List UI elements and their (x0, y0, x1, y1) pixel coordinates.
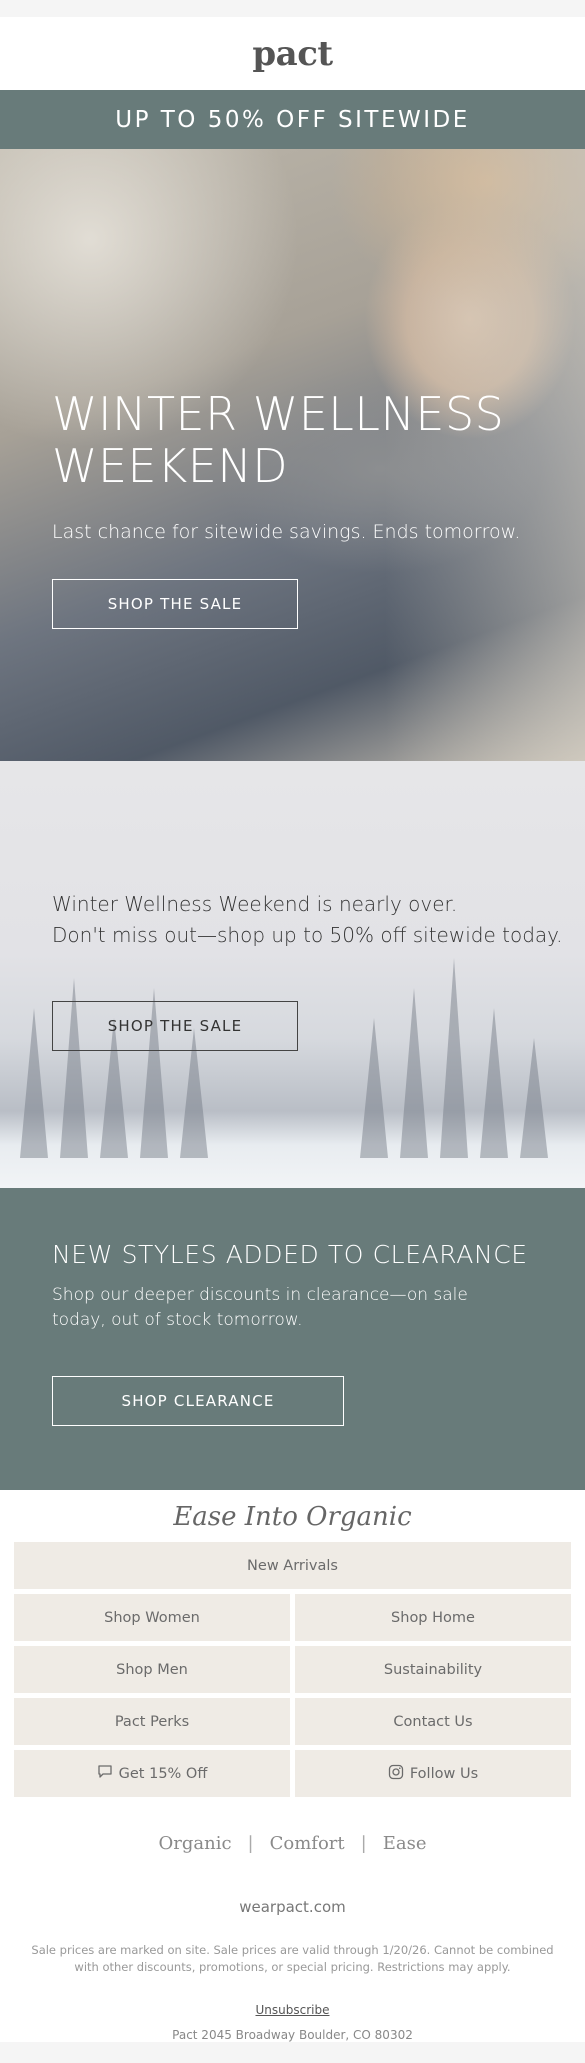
tagline-separator: | (360, 1833, 367, 1854)
nav-get-off-label: Get 15% Off (118, 1765, 208, 1782)
hero-title-line2: WEEKEND (52, 438, 289, 493)
hero-content: WINTER WELLNESS WEEKEND Last chance for … (52, 387, 555, 629)
clearance-title: NEW STYLES ADDED TO CLEARANCE (52, 1240, 528, 1269)
nav-follow-us-label: Follow Us (409, 1765, 479, 1782)
winter-text-line2: Don't miss out—shop up to 50% off sitewi… (52, 923, 563, 947)
tagline-comfort: Comfort (269, 1833, 345, 1854)
nav-sustainability[interactable]: Sustainability (295, 1646, 571, 1693)
site-link[interactable]: wearpact.com (20, 1854, 565, 1916)
nav-heading: Ease Into Organic (173, 1502, 412, 1532)
promo-banner[interactable]: UP TO 50% OFF SITEWIDE (0, 90, 585, 149)
nav-section: Ease Into Organic New Arrivals Shop Wome… (0, 1490, 585, 1854)
winter-banner[interactable]: Winter Wellness Weekend is nearly over. … (0, 761, 585, 1188)
chat-bubble-icon (97, 1764, 113, 1783)
clearance-subtitle: Shop our deeper discounts in clearance—o… (52, 1285, 468, 1330)
tagline: Organic | Comfort | Ease (14, 1797, 571, 1854)
top-strip (0, 0, 585, 17)
instagram-icon (388, 1764, 404, 1784)
winter-text-line1: Winter Wellness Weekend is nearly over. (52, 892, 458, 916)
footer-address: Pact 2045 Broadway Boulder, CO 80302 (172, 2028, 413, 2043)
tagline-organic: Organic (158, 1833, 232, 1854)
nav-follow-us[interactable]: Follow Us (295, 1750, 571, 1797)
nav-shop-women[interactable]: Shop Women (14, 1594, 290, 1641)
hero-shop-sale-button[interactable]: SHOP THE SALE (52, 578, 298, 629)
hero-image-detail (330, 149, 585, 309)
header: pact (0, 17, 585, 90)
shop-clearance-button[interactable]: SHOP CLEARANCE (52, 1376, 344, 1427)
unsubscribe-link[interactable]: Unsubscribe (256, 2003, 330, 2017)
nav-contact-us[interactable]: Contact Us (295, 1698, 571, 1745)
nav-shop-home[interactable]: Shop Home (295, 1594, 571, 1641)
nav-shop-men[interactable]: Shop Men (14, 1646, 290, 1693)
nav-pact-perks[interactable]: Pact Perks (14, 1698, 290, 1745)
pact-logo[interactable]: pact (252, 34, 333, 74)
nav-grid: New Arrivals Shop Women Shop Home Shop M… (14, 1542, 571, 1797)
hero-title-line1: WINTER WELLNESS (52, 387, 505, 441)
winter-shop-sale-button[interactable]: SHOP THE SALE (52, 1001, 298, 1051)
hero-title: WINTER WELLNESS WEEKEND (52, 387, 555, 493)
hero-subtitle: Last chance for sitewide savings. Ends t… (52, 520, 521, 543)
winter-content: Winter Wellness Weekend is nearly over. … (52, 889, 575, 1051)
winter-text: Winter Wellness Weekend is nearly over. … (52, 889, 575, 951)
nav-get-off[interactable]: Get 15% Off (14, 1750, 290, 1797)
tagline-ease: Ease (382, 1833, 427, 1854)
hero-banner[interactable]: WINTER WELLNESS WEEKEND Last chance for … (0, 149, 585, 761)
nav-new-arrivals[interactable]: New Arrivals (14, 1542, 571, 1589)
promo-text: UP TO 50% OFF SITEWIDE (115, 106, 470, 133)
tagline-separator: | (247, 1833, 254, 1854)
legal-text: Sale prices are marked on site. Sale pri… (31, 1943, 554, 1974)
footer: wearpact.com Sale prices are marked on s… (0, 1854, 585, 2043)
clearance-section: NEW STYLES ADDED TO CLEARANCE Shop our d… (0, 1188, 585, 1490)
